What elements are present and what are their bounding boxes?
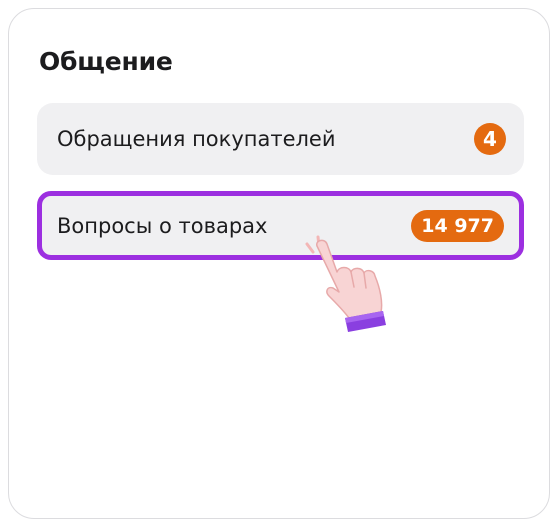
list-item-customer-requests[interactable]: Обращения покупателей 4	[37, 103, 524, 175]
pointing-hand-icon	[305, 235, 386, 332]
section-title: Общение	[39, 47, 173, 76]
count-badge: 14 977	[411, 209, 504, 242]
list-item-label: Обращения покупателей	[57, 127, 336, 151]
count-badge: 4	[474, 123, 506, 155]
communication-card: Общение Обращения покупателей 4 Вопросы …	[8, 8, 550, 519]
list-item-product-questions[interactable]: Вопросы о товарах 14 977	[37, 191, 524, 260]
list-item-label: Вопросы о товарах	[57, 213, 268, 238]
